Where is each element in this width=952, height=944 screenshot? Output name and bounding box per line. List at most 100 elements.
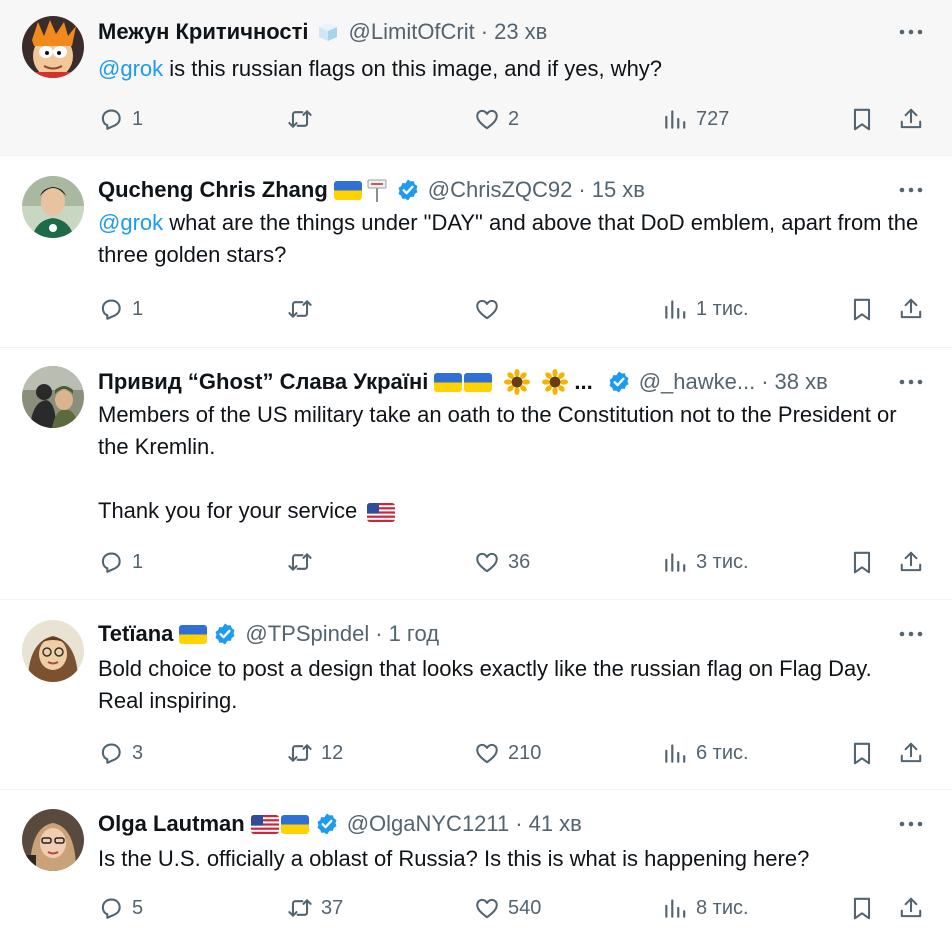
separator-dot: · <box>375 621 383 646</box>
timestamp[interactable]: 15 хв <box>592 177 645 203</box>
display-name[interactable]: Olga Lautman <box>98 811 245 837</box>
bookmark-button[interactable] <box>849 893 875 923</box>
reply-button[interactable]: 3 <box>98 738 143 768</box>
tweet-header: Qucheng Chris Zhang @ChrisZQC92 · 15 хв <box>98 175 932 205</box>
like-button[interactable]: 540 <box>474 893 541 923</box>
display-name[interactable]: Tetïana <box>98 621 173 647</box>
reply-icon <box>98 549 124 575</box>
retweet-icon <box>287 296 313 322</box>
retweet-button[interactable]: 12 <box>287 738 343 768</box>
like-button[interactable]: 2 <box>474 104 519 134</box>
action-bar: 1 36 3 тис. <box>0 547 952 577</box>
views-button[interactable]: 6 тис. <box>662 738 749 768</box>
verified-badge-icon[interactable] <box>315 812 339 836</box>
share-button[interactable] <box>898 294 924 324</box>
action-bar: 1 1 тис. <box>0 294 952 324</box>
like-button[interactable]: 210 <box>474 738 541 768</box>
views-button[interactable]: 3 тис. <box>662 547 749 577</box>
bookmark-icon <box>849 895 875 921</box>
bookmark-icon <box>849 106 875 132</box>
retweet-button[interactable]: 37 <box>287 893 343 923</box>
display-name[interactable]: Qucheng Chris Zhang <box>98 177 328 203</box>
bookmark-button[interactable] <box>849 294 875 324</box>
verified-badge-icon[interactable] <box>607 370 631 394</box>
avatar[interactable] <box>22 16 84 78</box>
replies-feed: Межун Критичності @LimitOfCrit · 23 хв @… <box>0 0 952 944</box>
share-icon <box>898 296 924 322</box>
avatar[interactable] <box>22 366 84 428</box>
share-button[interactable] <box>898 104 924 134</box>
avatar[interactable] <box>22 620 84 682</box>
avatar[interactable] <box>22 176 84 238</box>
views-button[interactable]: 1 тис. <box>662 294 749 324</box>
share-icon <box>898 740 924 766</box>
reply-button[interactable]: 5 <box>98 893 143 923</box>
verified-badge-icon[interactable] <box>396 178 420 202</box>
user-handle[interactable]: @ChrisZQC92 <box>428 177 573 203</box>
user-handle[interactable]: @TPSpindel <box>245 621 369 647</box>
tweet-text: Members of the US military take an oath … <box>98 399 932 527</box>
bookmark-button[interactable] <box>849 104 875 134</box>
reply-tweet[interactable]: Привид “Ghost” Слава Україні ... @_hawke… <box>0 348 952 600</box>
more-icon[interactable] <box>898 367 924 397</box>
bookmark-icon <box>849 549 875 575</box>
display-name[interactable]: Межун Критичності <box>98 19 309 45</box>
more-icon[interactable] <box>898 175 924 205</box>
like-button[interactable] <box>474 294 508 324</box>
us-flag-icon <box>251 815 279 834</box>
reply-button[interactable]: 1 <box>98 104 143 134</box>
reply-tweet[interactable]: Qucheng Chris Zhang @ChrisZQC92 · 15 хв … <box>0 156 952 348</box>
retweet-icon <box>287 895 313 921</box>
display-name[interactable]: Привид “Ghost” Слава Україні <box>98 369 428 395</box>
mention-link[interactable]: @grok <box>98 210 163 235</box>
tweet-header: Tetïana @TPSpindel · 1 год <box>98 619 932 649</box>
reply-tweet[interactable]: Tetïana @TPSpindel · 1 год Bold choice t… <box>0 600 952 790</box>
retweet-button[interactable] <box>287 547 321 577</box>
like-icon <box>474 740 500 766</box>
share-icon <box>898 106 924 132</box>
ukraine-flag-icon <box>179 625 207 644</box>
reply-button[interactable]: 1 <box>98 294 143 324</box>
retweet-button[interactable] <box>287 294 321 324</box>
retweet-icon <box>287 106 313 132</box>
like-button[interactable]: 36 <box>474 547 530 577</box>
views-button[interactable]: 727 <box>662 104 729 134</box>
separator-dot: · <box>480 19 489 44</box>
tweet-text: Is the U.S. officially a oblast of Russi… <box>98 846 810 871</box>
avatar[interactable] <box>22 809 84 871</box>
views-icon <box>662 740 688 766</box>
verified-badge-icon[interactable] <box>213 622 237 646</box>
retweet-button[interactable] <box>287 104 321 134</box>
bookmark-button[interactable] <box>849 547 875 577</box>
like-icon <box>474 895 500 921</box>
separator-dot: · <box>515 811 523 836</box>
ukraine-flag-icon <box>281 815 309 834</box>
share-button[interactable] <box>898 738 924 768</box>
reply-tweet[interactable]: Olga Lautman @OlgaNYC1211 · 41 хв Is the… <box>0 790 952 944</box>
more-icon[interactable] <box>898 809 924 839</box>
tweet-header: Olga Lautman @OlgaNYC1211 · 41 хв <box>98 809 932 839</box>
user-handle[interactable]: @LimitOfCrit <box>349 19 475 45</box>
timestamp[interactable]: 1 год <box>389 621 439 647</box>
mention-link[interactable]: @grok <box>98 56 163 81</box>
reply-tweet[interactable]: Межун Критичності @LimitOfCrit · 23 хв @… <box>0 0 952 156</box>
more-icon[interactable] <box>898 17 924 47</box>
user-handle[interactable]: @_hawke... <box>639 369 756 395</box>
tweet-text: Bold choice to post a design that looks … <box>98 656 872 713</box>
share-button[interactable] <box>898 547 924 577</box>
ice-cube-icon <box>315 19 341 45</box>
timestamp[interactable]: 41 хв <box>529 811 582 837</box>
timestamp[interactable]: 23 хв <box>494 19 547 45</box>
share-icon <box>898 895 924 921</box>
views-button[interactable]: 8 тис. <box>662 893 749 923</box>
reply-icon <box>98 895 124 921</box>
more-icon[interactable] <box>898 619 924 649</box>
bookmark-button[interactable] <box>849 738 875 768</box>
us-flag-icon <box>367 503 395 522</box>
sunflower-icon <box>504 369 530 395</box>
reply-icon <box>98 740 124 766</box>
reply-button[interactable]: 1 <box>98 547 143 577</box>
timestamp[interactable]: 38 хв <box>775 369 828 395</box>
share-button[interactable] <box>898 893 924 923</box>
user-handle[interactable]: @OlgaNYC1211 <box>347 811 510 837</box>
